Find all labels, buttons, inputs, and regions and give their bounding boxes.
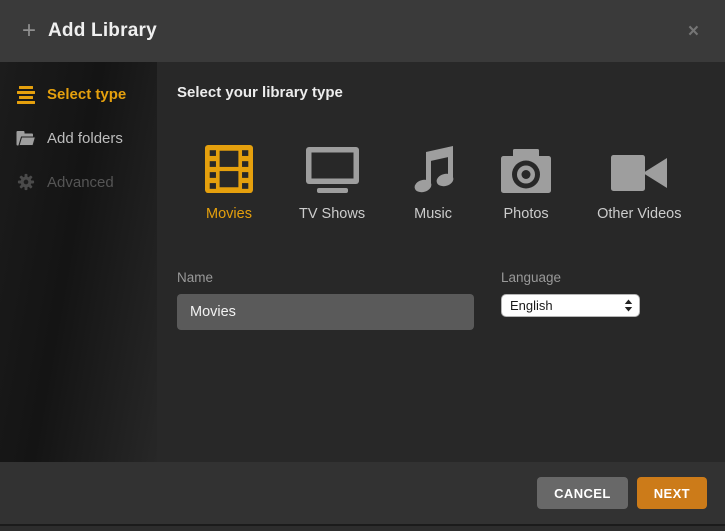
library-type-label: TV Shows <box>299 206 365 222</box>
filmstrip-icon <box>205 141 253 193</box>
gear-icon <box>16 172 36 192</box>
panel-heading: Select your library type <box>177 84 705 101</box>
library-type-label: Other Videos <box>597 206 681 222</box>
close-icon[interactable]: × <box>684 18 703 45</box>
plus-icon: + <box>22 19 36 43</box>
bottom-edge-strip <box>0 524 725 531</box>
sidebar-item-select-type[interactable]: Select type <box>0 72 157 116</box>
language-select[interactable]: English <box>501 294 640 317</box>
camera-icon <box>501 141 551 193</box>
cancel-button[interactable]: CANCEL <box>537 477 628 509</box>
library-type-label: Photos <box>504 206 549 222</box>
video-camera-icon <box>611 141 667 193</box>
sidebar-item-label: Add folders <box>47 130 123 147</box>
library-type-other-videos[interactable]: Other Videos <box>597 141 681 222</box>
dialog-body: Select type Add folders <box>0 62 725 462</box>
sidebar-item-label: Advanced <box>47 174 114 191</box>
select-stepper-icon <box>624 299 635 312</box>
dialog-footer: CANCEL NEXT <box>0 462 725 524</box>
library-name-input[interactable] <box>177 294 474 330</box>
name-field-group: Name <box>177 270 474 330</box>
tv-icon <box>306 141 359 193</box>
add-library-dialog: + Add Library × Select type <box>0 0 725 531</box>
library-type-music[interactable]: Music <box>411 141 455 222</box>
fields-row: Name Language English <box>177 270 705 330</box>
library-type-movies[interactable]: Movies <box>205 141 253 222</box>
library-type-label: Movies <box>206 206 252 222</box>
library-type-photos[interactable]: Photos <box>501 141 551 222</box>
list-bars-icon <box>16 84 36 104</box>
main-panel: Select your library type <box>157 62 725 462</box>
library-type-label: Music <box>414 206 452 222</box>
sidebar-item-label: Select type <box>47 86 126 103</box>
library-type-row: Movies TV Shows <box>205 141 705 222</box>
sidebar-item-add-folders[interactable]: Add folders <box>0 116 157 160</box>
language-select-value: English <box>510 298 624 313</box>
sidebar-item-advanced: Advanced <box>0 160 157 204</box>
next-button[interactable]: NEXT <box>637 477 707 509</box>
library-type-tv-shows[interactable]: TV Shows <box>299 141 365 222</box>
language-field-label: Language <box>501 270 640 285</box>
dialog-title: Add Library <box>48 20 157 42</box>
name-field-label: Name <box>177 270 474 285</box>
folder-icon <box>16 128 36 148</box>
music-note-icon <box>411 141 455 193</box>
dialog-titlebar: + Add Library × <box>0 0 725 62</box>
language-field-group: Language English <box>501 270 640 330</box>
wizard-steps-sidebar: Select type Add folders <box>0 62 157 462</box>
